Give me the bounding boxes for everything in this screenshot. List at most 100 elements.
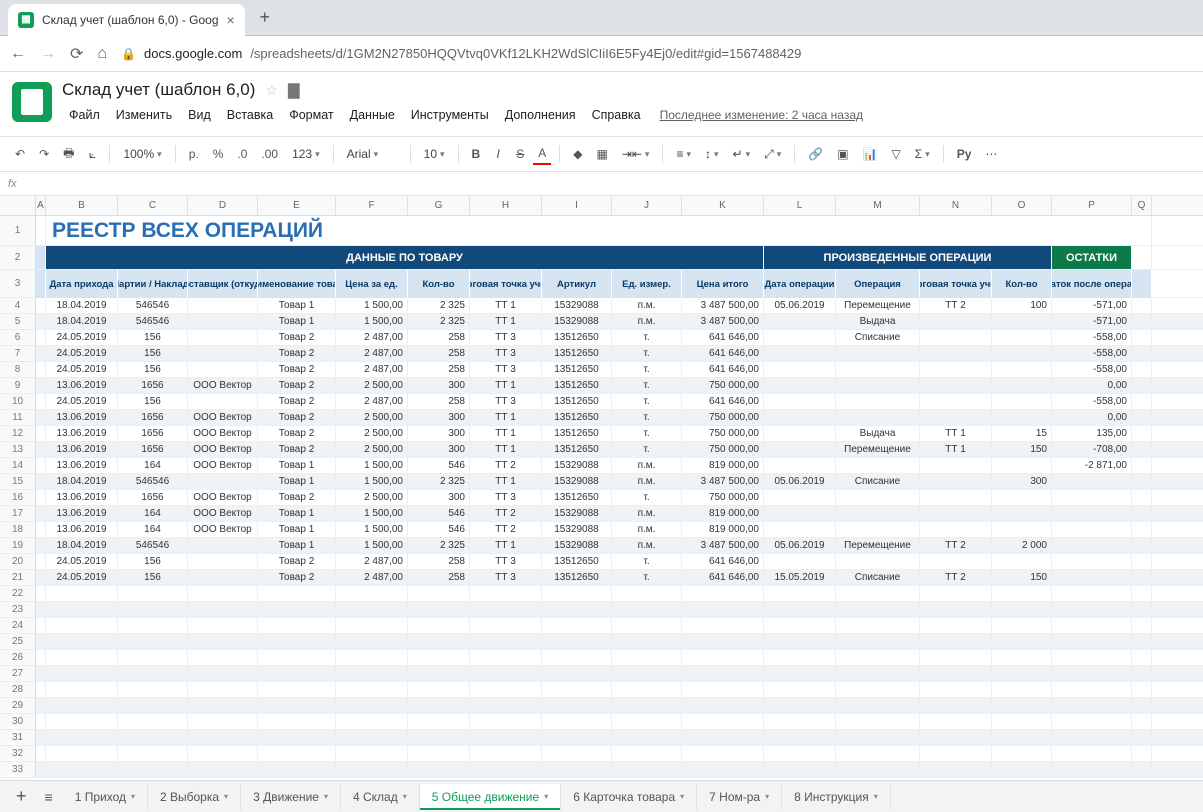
cell[interactable] (920, 378, 992, 393)
cell[interactable]: 13512650 (542, 426, 612, 441)
cell[interactable]: п.м. (612, 458, 682, 473)
cell[interactable]: Кол-во (408, 270, 470, 298)
cell[interactable]: Товар 1 (258, 474, 336, 489)
cell[interactable] (836, 506, 920, 521)
new-tab-button[interactable]: + (251, 4, 279, 32)
cell[interactable]: 15329088 (542, 314, 612, 329)
cell[interactable] (764, 634, 836, 649)
cell[interactable] (1132, 650, 1152, 665)
cell[interactable]: 300 (408, 378, 470, 393)
col-header-D[interactable]: D (188, 196, 258, 215)
cell[interactable]: -571,00 (1052, 314, 1132, 329)
cell[interactable] (764, 410, 836, 425)
cell[interactable]: 135,00 (1052, 426, 1132, 441)
more-formats[interactable]: 123 (287, 145, 325, 163)
fill-color-icon[interactable]: ◆ (568, 144, 587, 164)
cell[interactable] (118, 698, 188, 713)
cell[interactable] (188, 570, 258, 585)
cell[interactable] (336, 650, 408, 665)
font-size[interactable]: 10 (419, 145, 450, 163)
cell[interactable] (992, 730, 1052, 745)
cell[interactable] (836, 458, 920, 473)
cell[interactable]: 1656 (118, 410, 188, 425)
row-header[interactable]: 32 (0, 746, 36, 761)
col-header-K[interactable]: K (682, 196, 764, 215)
cell[interactable] (188, 554, 258, 569)
cell[interactable]: 300 (408, 442, 470, 457)
cell[interactable]: 2 500,00 (336, 426, 408, 441)
cell[interactable] (470, 762, 542, 777)
cell[interactable] (470, 586, 542, 601)
cell[interactable]: Товар 2 (258, 442, 336, 457)
cell[interactable]: 546546 (118, 538, 188, 553)
cell[interactable] (118, 682, 188, 697)
cell[interactable]: 13.06.2019 (46, 506, 118, 521)
comment-icon[interactable]: ▣ (832, 144, 853, 164)
cell[interactable]: т. (612, 346, 682, 361)
cell[interactable] (836, 362, 920, 377)
sheet-tab[interactable]: 2 Выборка (148, 784, 241, 810)
cell[interactable]: 2 487,00 (336, 346, 408, 361)
cell[interactable] (764, 314, 836, 329)
cell[interactable] (188, 330, 258, 345)
cell[interactable] (36, 410, 46, 425)
cell[interactable]: Дата прихода (46, 270, 118, 298)
cell[interactable]: 3 487 500,00 (682, 538, 764, 553)
cell[interactable] (1132, 586, 1152, 601)
cell[interactable] (764, 442, 836, 457)
row-header[interactable]: 13 (0, 442, 36, 457)
cell[interactable]: 150 (992, 570, 1052, 585)
cell[interactable]: Товар 1 (258, 458, 336, 473)
cell[interactable]: 15329088 (542, 474, 612, 489)
cell[interactable] (1132, 570, 1152, 585)
cell[interactable]: п.м. (612, 474, 682, 489)
cell[interactable] (36, 682, 46, 697)
cell[interactable] (1132, 362, 1152, 377)
cell[interactable] (992, 618, 1052, 633)
cell[interactable] (764, 618, 836, 633)
row-header[interactable]: 18 (0, 522, 36, 537)
cell[interactable] (336, 602, 408, 617)
cell[interactable]: ТТ 3 (470, 570, 542, 585)
cell[interactable]: -558,00 (1052, 330, 1132, 345)
cell[interactable]: 300 (408, 426, 470, 441)
cell[interactable]: 2 500,00 (336, 378, 408, 393)
cell[interactable] (992, 762, 1052, 777)
cell[interactable] (1132, 746, 1152, 761)
cell[interactable] (1132, 490, 1152, 505)
cell[interactable]: ТТ 1 (920, 442, 992, 457)
cell[interactable] (36, 314, 46, 329)
row-header[interactable]: 24 (0, 618, 36, 633)
cell[interactable]: т. (612, 570, 682, 585)
cell[interactable] (992, 346, 1052, 361)
cell[interactable]: № Партии / Накладной (118, 270, 188, 298)
cell[interactable] (992, 714, 1052, 729)
cell[interactable] (470, 634, 542, 649)
cell[interactable] (836, 618, 920, 633)
cell[interactable] (764, 762, 836, 777)
cell[interactable] (542, 714, 612, 729)
cell[interactable] (682, 602, 764, 617)
cell[interactable]: Товар 2 (258, 378, 336, 393)
cell[interactable]: 15.05.2019 (764, 570, 836, 585)
valign-icon[interactable]: ↕ (700, 145, 724, 163)
cell[interactable] (542, 586, 612, 601)
cell[interactable] (764, 426, 836, 441)
cell[interactable] (1052, 746, 1132, 761)
cell[interactable]: 15329088 (542, 522, 612, 537)
cell[interactable]: 750 000,00 (682, 490, 764, 505)
cell[interactable] (1132, 602, 1152, 617)
cell[interactable] (612, 730, 682, 745)
cell[interactable] (920, 730, 992, 745)
cell[interactable]: 15329088 (542, 538, 612, 553)
cell[interactable]: 1 500,00 (336, 298, 408, 313)
cell[interactable] (612, 762, 682, 777)
cell[interactable] (542, 602, 612, 617)
cell[interactable] (764, 730, 836, 745)
cell[interactable]: -558,00 (1052, 362, 1132, 377)
cell[interactable]: 156 (118, 362, 188, 377)
select-all-cell[interactable] (0, 196, 36, 215)
cell[interactable] (470, 698, 542, 713)
cell[interactable]: 05.06.2019 (764, 298, 836, 313)
col-header-B[interactable]: B (46, 196, 118, 215)
